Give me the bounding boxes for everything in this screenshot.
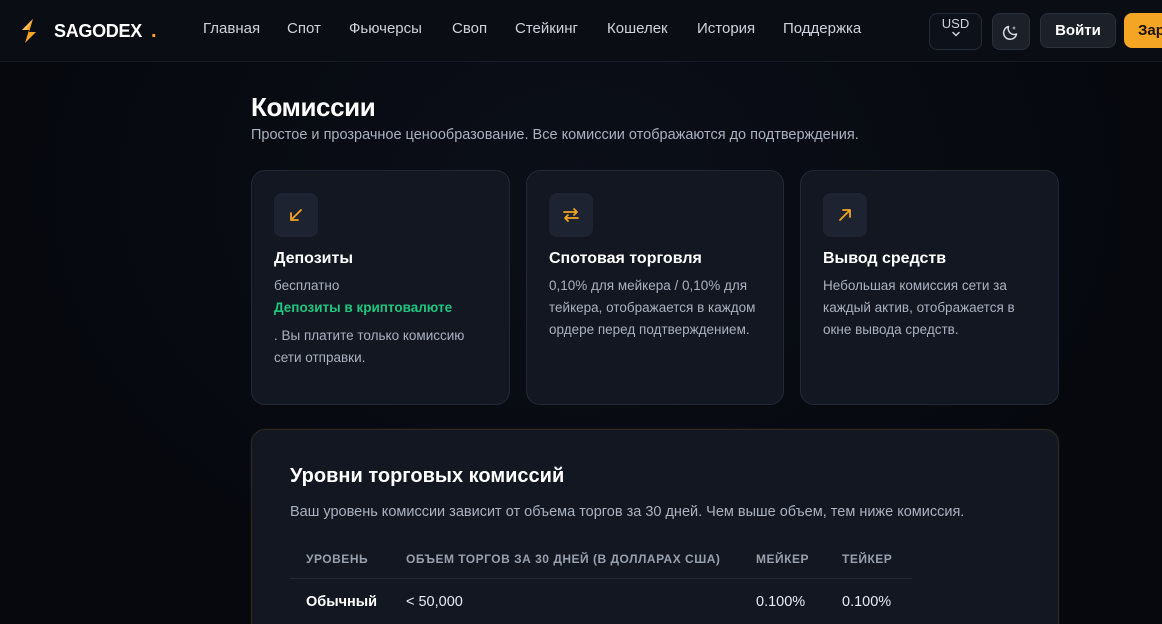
card-icon-box <box>549 193 593 237</box>
table-divider <box>290 578 912 579</box>
card-text: 0,10% для мейкера / 0,10% для тейкера, о… <box>549 278 756 337</box>
currency-label: USD <box>941 16 970 31</box>
taker-fee-cell: 0.100% <box>842 594 892 610</box>
chevron-down-icon <box>951 31 960 37</box>
tiers-title: Уровни торговых комиссий <box>290 465 565 487</box>
volume-cell: < 50,000 <box>406 594 463 610</box>
brand-dot: . <box>151 20 157 42</box>
top-nav-bar: SAGODEX . Главная Спот Фьючерсы Своп Сте… <box>0 0 1162 62</box>
tiers-subtitle: Ваш уровень комиссии зависит от объема т… <box>290 504 965 520</box>
swap-arrows-icon <box>563 208 579 222</box>
tier-name-cell: Обычный <box>306 594 378 610</box>
card-text-after: . Вы платите только комиссию сети отправ… <box>274 328 465 365</box>
column-header-volume: ОБЪЕМ ТОРГОВ ЗА 30 ДНЕЙ (В ДОЛЛАРАХ США) <box>406 552 721 566</box>
page-subtitle: Простое и прозрачное ценообразование. Вс… <box>251 127 859 143</box>
card-title: Спотовая торговля <box>549 250 702 267</box>
nav-item-swap[interactable]: Своп <box>452 20 487 37</box>
card-icon-box <box>823 193 867 237</box>
card-text-accent: Депозиты в криптовалюте <box>274 300 453 315</box>
arrow-up-right-icon <box>839 209 851 221</box>
nav-item-wallet[interactable]: Кошелек <box>607 20 668 37</box>
nav-item-futures[interactable]: Фьючерсы <box>349 20 422 37</box>
nav-item-spot[interactable]: Спот <box>287 20 321 37</box>
moon-icon <box>1002 25 1018 40</box>
brand-logo[interactable]: SAGODEX . <box>16 17 157 45</box>
column-header-taker: ТЕЙКЕР <box>842 552 893 566</box>
theme-toggle-button[interactable] <box>992 13 1030 50</box>
card-text: Небольшая комиссия сети за каждый актив,… <box>823 278 1015 337</box>
card-icon-box <box>274 193 318 237</box>
login-button[interactable]: Войти <box>1040 13 1116 48</box>
card-text-main: бесплатно <box>274 278 340 293</box>
arrow-down-left-icon <box>290 209 302 221</box>
sagodex-logo-icon <box>22 19 36 43</box>
nav-item-home[interactable]: Главная <box>203 20 260 37</box>
brand-name: SAGODEX <box>54 21 142 41</box>
card-text: бесплатно Депозиты в криптовалюте . Вы п… <box>274 275 484 369</box>
nav-item-history[interactable]: История <box>697 20 755 37</box>
deposits-card: Депозиты бесплатно Депозиты в криптовалю… <box>251 170 510 405</box>
maker-fee-cell: 0.100% <box>756 594 806 610</box>
nav-item-staking[interactable]: Стейкинг <box>515 20 578 37</box>
withdrawal-card: Вывод средств Небольшая комиссия сети за… <box>800 170 1059 405</box>
spot-trading-card: Спотовая торговля 0,10% для мейкера / 0,… <box>526 170 784 405</box>
card-title: Депозиты <box>274 250 354 267</box>
register-button[interactable]: Зар <box>1124 13 1162 48</box>
card-title: Вывод средств <box>823 250 947 267</box>
nav-item-support[interactable]: Поддержка <box>783 20 861 37</box>
column-header-tier: УРОВЕНЬ <box>306 552 369 566</box>
page-title: Комиссии <box>251 92 376 122</box>
fee-tiers-panel: Уровни торговых комиссий Ваш уровень ком… <box>251 429 1059 624</box>
currency-select[interactable]: USD <box>929 13 982 50</box>
column-header-maker: МЕЙКЕР <box>756 552 809 566</box>
